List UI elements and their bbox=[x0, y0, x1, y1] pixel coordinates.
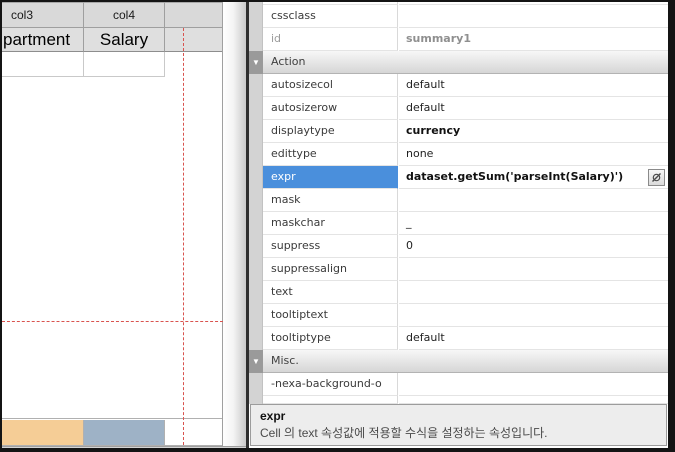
grid-header-cell-empty[interactable] bbox=[165, 28, 223, 52]
property-name: maskchar bbox=[263, 212, 398, 235]
property-name: mask bbox=[263, 189, 398, 212]
property-name: autosizerow bbox=[263, 97, 398, 120]
property-row-expr[interactable]: expr dataset.getSum('parseInt(Salary)') bbox=[263, 166, 668, 189]
property-row-suppressalign[interactable]: suppressalign bbox=[263, 258, 668, 281]
property-name: tooltiptext bbox=[263, 304, 398, 327]
collapse-arrow-icon[interactable]: ▼ bbox=[249, 350, 263, 373]
window-border-top bbox=[0, 0, 675, 2]
property-name: expr bbox=[263, 166, 398, 189]
property-value[interactable] bbox=[399, 281, 668, 304]
property-row-mask[interactable]: mask bbox=[263, 189, 668, 212]
property-row-text[interactable]: text bbox=[263, 281, 668, 304]
property-name: edittype bbox=[263, 143, 398, 166]
window-border-bottom bbox=[0, 448, 675, 452]
expression-editor-icon bbox=[649, 172, 664, 183]
property-name: text bbox=[263, 281, 398, 304]
property-value[interactable] bbox=[399, 258, 668, 281]
property-name: tooltiptype bbox=[263, 327, 398, 350]
property-value[interactable]: default bbox=[399, 327, 668, 350]
grid-designer-canvas: col3 col4 partment Salary bbox=[2, 2, 246, 448]
property-value[interactable] bbox=[399, 189, 668, 212]
property-row-clipped-bottom bbox=[263, 396, 668, 404]
property-value[interactable]: default bbox=[399, 74, 668, 97]
property-name: id bbox=[263, 28, 398, 51]
property-value[interactable] bbox=[399, 304, 668, 327]
property-row-nexa-background[interactable]: -nexa-background-o bbox=[263, 373, 668, 396]
property-value[interactable]: default bbox=[399, 97, 668, 120]
property-name: autosizecol bbox=[263, 74, 398, 97]
footer-band-top-border bbox=[2, 418, 223, 419]
property-name: suppress bbox=[263, 235, 398, 258]
property-row-autosizerow[interactable]: autosizerow default bbox=[263, 97, 668, 120]
canvas-edge-shadow bbox=[223, 2, 246, 446]
collapse-arrow-icon[interactable]: ▼ bbox=[249, 51, 263, 74]
grid-body-cell[interactable] bbox=[84, 52, 165, 77]
property-name: cssclass bbox=[263, 5, 398, 28]
summary-cell-empty[interactable] bbox=[165, 420, 223, 446]
property-value[interactable]: 0 bbox=[399, 235, 668, 258]
property-row-tooltiptype[interactable]: tooltiptype default bbox=[263, 327, 668, 350]
grid-body-cell[interactable] bbox=[2, 52, 84, 77]
property-value[interactable]: _ bbox=[399, 212, 668, 235]
grid-column-header-col3[interactable]: col3 bbox=[2, 2, 84, 28]
property-value: summary1 bbox=[399, 28, 668, 51]
property-row-suppress[interactable]: suppress 0 bbox=[263, 235, 668, 258]
summary-cell-blue[interactable] bbox=[84, 420, 165, 446]
panel-divider[interactable] bbox=[246, 2, 249, 448]
property-row-autosizecol[interactable]: autosizecol default bbox=[263, 74, 668, 97]
section-header-action[interactable]: Action bbox=[263, 51, 668, 74]
property-row-cssclass[interactable]: cssclass bbox=[263, 5, 668, 28]
grid-column-header-col4[interactable]: col4 bbox=[84, 2, 165, 28]
property-name: -nexa-background-o bbox=[263, 373, 398, 396]
property-value[interactable] bbox=[399, 373, 668, 396]
description-body: Cell 의 text 속성값에 적용할 수식을 설정하는 속성입니다. bbox=[260, 424, 666, 441]
grid-column-header-empty[interactable] bbox=[165, 2, 223, 28]
property-row-id[interactable]: id summary1 bbox=[263, 28, 668, 51]
horizontal-guide-line bbox=[2, 321, 223, 322]
property-name: displaytype bbox=[263, 120, 398, 143]
expr-value-text: dataset.getSum('parseInt(Salary)') bbox=[406, 170, 623, 183]
property-row-maskchar[interactable]: maskchar _ bbox=[263, 212, 668, 235]
property-value[interactable]: none bbox=[399, 143, 668, 166]
vertical-guide-line bbox=[183, 28, 184, 445]
property-row-edittype[interactable]: edittype none bbox=[263, 143, 668, 166]
property-value[interactable]: currency bbox=[399, 120, 668, 143]
property-row-tooltiptext[interactable]: tooltiptext bbox=[263, 304, 668, 327]
grid-header-cell-salary[interactable]: Salary bbox=[84, 28, 165, 52]
summary-cell-orange[interactable] bbox=[2, 420, 84, 446]
property-value[interactable] bbox=[399, 5, 668, 28]
expression-editor-button[interactable] bbox=[648, 169, 665, 186]
property-value[interactable]: dataset.getSum('parseInt(Salary)') bbox=[399, 166, 668, 189]
ide-screenshot: col3 col4 partment Salary ▼ ▼ bbox=[0, 0, 675, 452]
property-description-panel: expr Cell 의 text 속성값에 적용할 수식을 설정하는 속성입니다… bbox=[250, 404, 667, 446]
property-row-displaytype[interactable]: displaytype currency bbox=[263, 120, 668, 143]
description-title: expr bbox=[260, 409, 666, 423]
window-border-left bbox=[0, 0, 2, 452]
property-name: suppressalign bbox=[263, 258, 398, 281]
section-header-misc[interactable]: Misc. bbox=[263, 350, 668, 373]
grid-header-cell-department[interactable]: partment bbox=[2, 28, 84, 52]
window-border-right bbox=[668, 0, 675, 452]
